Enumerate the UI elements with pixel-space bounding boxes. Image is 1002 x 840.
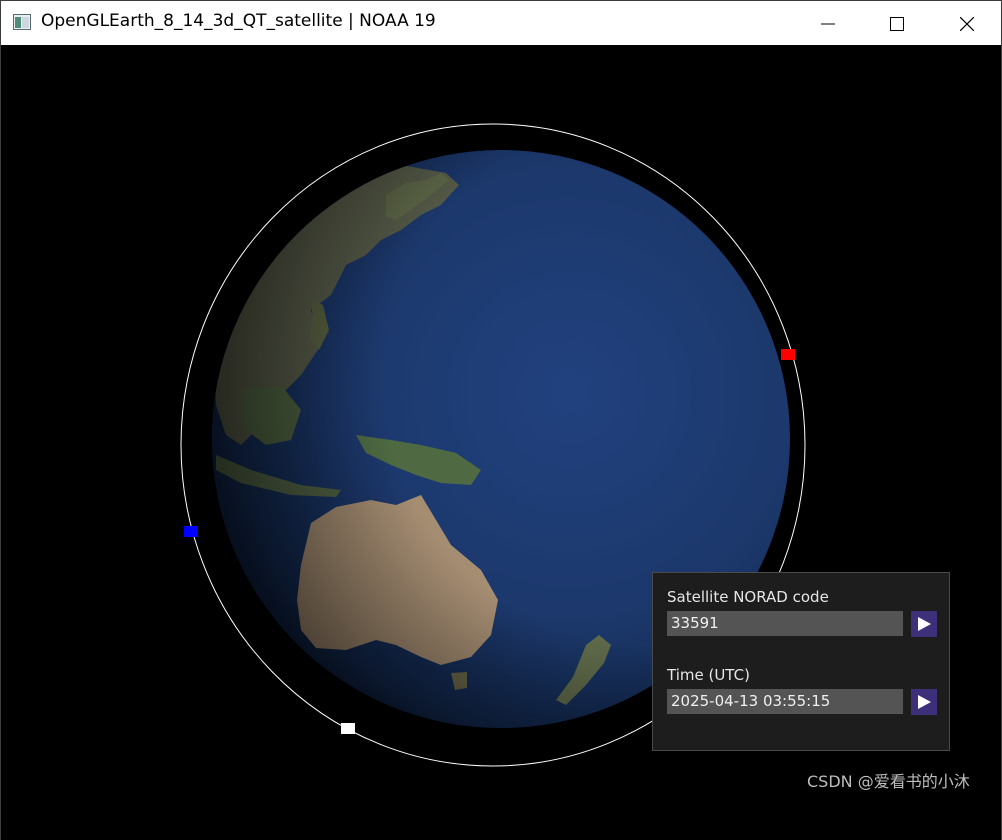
time-utc-label: Time (UTC): [667, 666, 750, 684]
qt-window-icon: [13, 14, 31, 30]
maximize-icon: [890, 17, 904, 31]
close-icon: [960, 17, 974, 31]
title-bar[interactable]: OpenGLEarth_8_14_3d_QT_satellite | NOAA …: [1, 1, 1001, 45]
app-window: OpenGLEarth_8_14_3d_QT_satellite | NOAA …: [0, 0, 1002, 840]
csdn-watermark: CSDN @爱看书的小沐: [807, 772, 970, 791]
norad-code-label: Satellite NORAD code: [667, 588, 829, 606]
norad-code-input[interactable]: [667, 611, 903, 636]
close-button[interactable]: [943, 1, 989, 45]
play-icon: [918, 695, 931, 709]
blue-satellite-marker[interactable]: [184, 526, 198, 537]
time-submit-button[interactable]: [911, 689, 937, 715]
play-icon: [918, 617, 931, 631]
minimize-button[interactable]: [804, 1, 850, 45]
window-title: OpenGLEarth_8_14_3d_QT_satellite | NOAA …: [41, 11, 436, 31]
minimize-icon: [821, 23, 835, 25]
white-satellite-marker[interactable]: [341, 723, 355, 734]
maximize-button[interactable]: [873, 1, 919, 45]
norad-submit-button[interactable]: [911, 611, 937, 637]
red-satellite-marker[interactable]: [781, 349, 795, 360]
time-utc-input[interactable]: [667, 689, 903, 714]
satellite-control-panel: Satellite NORAD code Time (UTC): [652, 572, 950, 751]
